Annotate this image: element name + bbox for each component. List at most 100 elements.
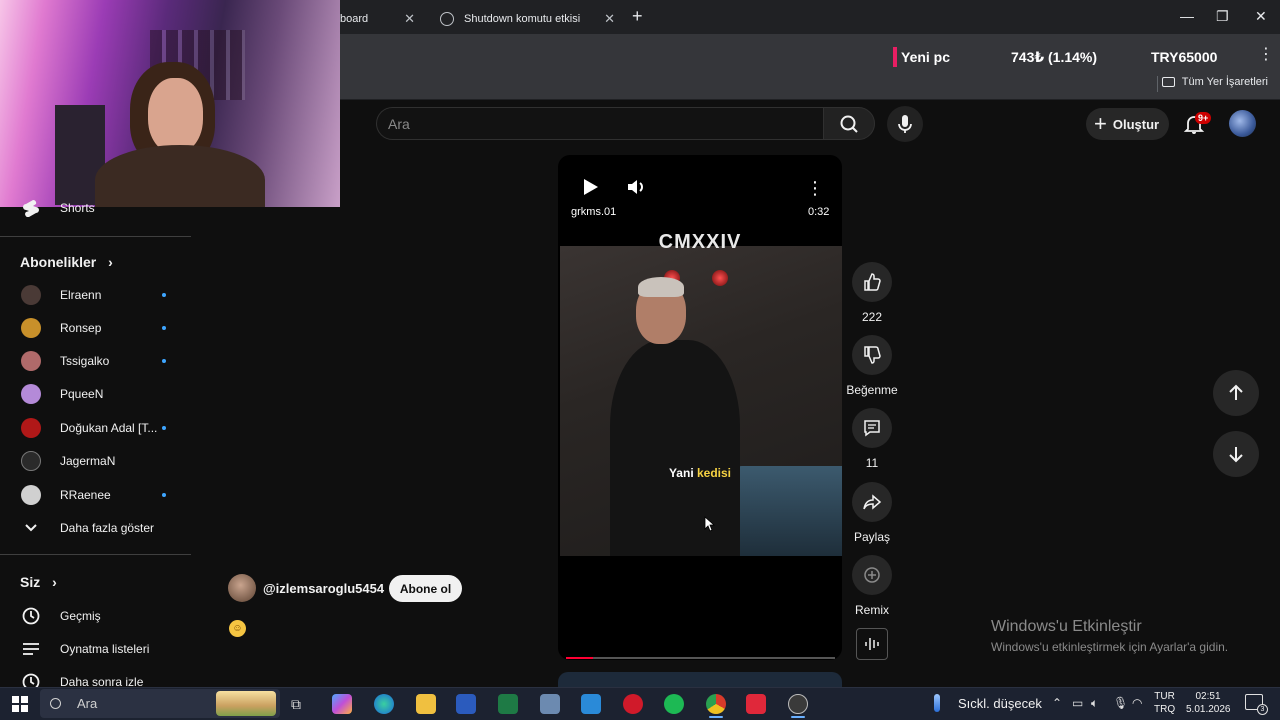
play-button[interactable]: [582, 177, 600, 202]
taskbar-clock[interactable]: 02:51 5.01.2026: [1186, 690, 1231, 716]
previous-short-button[interactable]: [1213, 370, 1259, 416]
language-indicator[interactable]: TUR TRQ: [1154, 690, 1175, 716]
close-tab-icon[interactable]: ✕: [404, 11, 415, 27]
voice-search-button[interactable]: [887, 106, 923, 142]
thermometer-icon: [934, 694, 940, 712]
comments-button[interactable]: 11: [848, 408, 896, 470]
show-more-button[interactable]: Daha fazla göster: [0, 512, 192, 544]
sidebar-item-channel[interactable]: Elraenn: [0, 279, 192, 311]
microphone-icon[interactable]: 🎙︎: [1113, 696, 1128, 710]
search-button[interactable]: [823, 107, 875, 140]
subscribe-button[interactable]: Abone ol: [389, 575, 462, 602]
sidebar-item-channel[interactable]: RRaenee: [0, 479, 192, 511]
obs-icon[interactable]: [788, 694, 808, 714]
webcam-overlay: [0, 0, 340, 207]
audio-track-button[interactable]: [856, 628, 888, 660]
account-avatar[interactable]: [1229, 110, 1256, 137]
close-window-icon[interactable]: ✕: [1255, 8, 1267, 25]
uploader-handle[interactable]: @izlemsaroglu5454: [263, 581, 384, 596]
sidebar-item-shorts[interactable]: Shorts: [0, 192, 192, 224]
video-channel-name[interactable]: grkms.01: [571, 206, 616, 218]
new-tab-button[interactable]: +: [632, 6, 643, 27]
sidebar-item-channel[interactable]: Tssigalko: [0, 345, 192, 377]
ticker-target: TRY65000: [1151, 49, 1218, 65]
uploader-avatar[interactable]: [228, 574, 256, 602]
ticker-price: 743₺ (1.14%): [1011, 48, 1098, 65]
like-count: 222: [861, 310, 883, 324]
spotify-icon[interactable]: [664, 694, 684, 714]
video-subtitle: Yani kedisi: [558, 466, 842, 480]
new-content-dot: [162, 326, 166, 330]
weather-text: Sıckl. düşecek: [958, 695, 1042, 711]
start-button[interactable]: [12, 696, 28, 717]
subscriptions-header[interactable]: Abonelikler ›: [20, 254, 113, 270]
sidebar-item-channel[interactable]: PqueeN: [0, 378, 192, 410]
task-view-icon[interactable]: ⧉: [291, 696, 301, 713]
playlist-icon: [20, 638, 42, 660]
excel-icon[interactable]: [498, 694, 518, 714]
bookmarks-divider: [1157, 76, 1158, 92]
opera-icon[interactable]: [623, 694, 643, 714]
pocket-icon[interactable]: [746, 694, 766, 714]
remix-button[interactable]: Remix: [848, 555, 896, 617]
sidebar-item-channel[interactable]: Ronsep: [0, 312, 192, 344]
sidebar-item-history[interactable]: Geçmiş: [0, 600, 192, 632]
edge-icon[interactable]: [374, 694, 394, 714]
volume-button[interactable]: [626, 177, 648, 202]
word-icon[interactable]: [456, 694, 476, 714]
remix-icon: [864, 567, 880, 583]
tab-label: Shutdown komutu etkisi: [464, 13, 581, 25]
video-progress-bar[interactable]: [566, 657, 835, 659]
weather-widget[interactable]: Sıckl. düşecek: [934, 694, 1042, 712]
browser-menu-icon[interactable]: ⋮: [1258, 44, 1274, 64]
ticker-name: Yeni pc: [901, 49, 951, 65]
share-label: Paylaş: [853, 530, 891, 544]
sidebar-item-playlists[interactable]: Oynatma listeleri: [0, 633, 192, 665]
channel-name: JagermaN: [60, 454, 116, 468]
create-button[interactable]: + Oluştur: [1086, 108, 1169, 140]
close-tab-icon[interactable]: ✕: [604, 11, 615, 27]
play-icon: [584, 179, 598, 195]
tab-dashboard[interactable]: board ✕: [330, 4, 425, 34]
notification-badge: 9+: [1195, 112, 1212, 124]
search-input[interactable]: [376, 107, 823, 140]
language-top: TUR: [1154, 691, 1175, 702]
file-explorer-icon[interactable]: [416, 694, 436, 714]
history-icon: [20, 605, 42, 627]
channel-name: Tssigalko: [60, 354, 110, 368]
active-app-indicator: [709, 716, 723, 718]
sidebar-item-channel[interactable]: Doğukan Adal [T...: [0, 412, 192, 444]
sound-wave-icon: [865, 638, 879, 650]
dislike-button[interactable]: Beğenme: [846, 335, 898, 397]
you-header[interactable]: Siz ›: [20, 574, 57, 590]
create-label: Oluştur: [1112, 116, 1160, 132]
chrome-icon[interactable]: [706, 694, 726, 714]
thumbs-down-icon: [864, 346, 881, 364]
maximize-icon[interactable]: ❐: [1216, 8, 1229, 25]
taskbar-search[interactable]: Ara: [40, 689, 280, 718]
search-highlight-image: [216, 691, 276, 716]
search-icon: [50, 698, 61, 709]
channel-avatar: [21, 285, 41, 305]
chevron-up-icon[interactable]: ⌃: [1052, 696, 1062, 710]
video-person-hair: [638, 277, 684, 297]
all-bookmarks-label: Tüm Yer İşaretleri: [1181, 76, 1268, 88]
taskbar-search-label: Ara: [77, 696, 98, 711]
share-button[interactable]: Paylaş: [848, 482, 896, 544]
battery-icon[interactable]: ▭: [1072, 696, 1083, 710]
tab-shutdown[interactable]: Shutdown komutu etkisi ✕: [430, 4, 625, 34]
more-options-icon[interactable]: ⋮: [806, 178, 824, 199]
minimize-icon[interactable]: —: [1180, 8, 1194, 24]
speaker-icon[interactable]: 🔈︎: [1091, 696, 1098, 711]
calculator-icon[interactable]: [540, 694, 560, 714]
new-content-dot: [162, 493, 166, 497]
all-bookmarks-button[interactable]: Tüm Yer İşaretleri: [1161, 76, 1268, 88]
sidebar-item-channel[interactable]: JagermaN: [0, 445, 192, 477]
notification-center-icon[interactable]: 3: [1245, 694, 1268, 715]
store-icon[interactable]: [581, 694, 601, 714]
copilot-icon[interactable]: [332, 694, 352, 714]
arrow-up-icon: [1229, 384, 1243, 400]
wifi-icon[interactable]: ◠: [1132, 696, 1142, 710]
next-short-button[interactable]: [1213, 431, 1259, 477]
like-button[interactable]: 222: [848, 262, 896, 324]
